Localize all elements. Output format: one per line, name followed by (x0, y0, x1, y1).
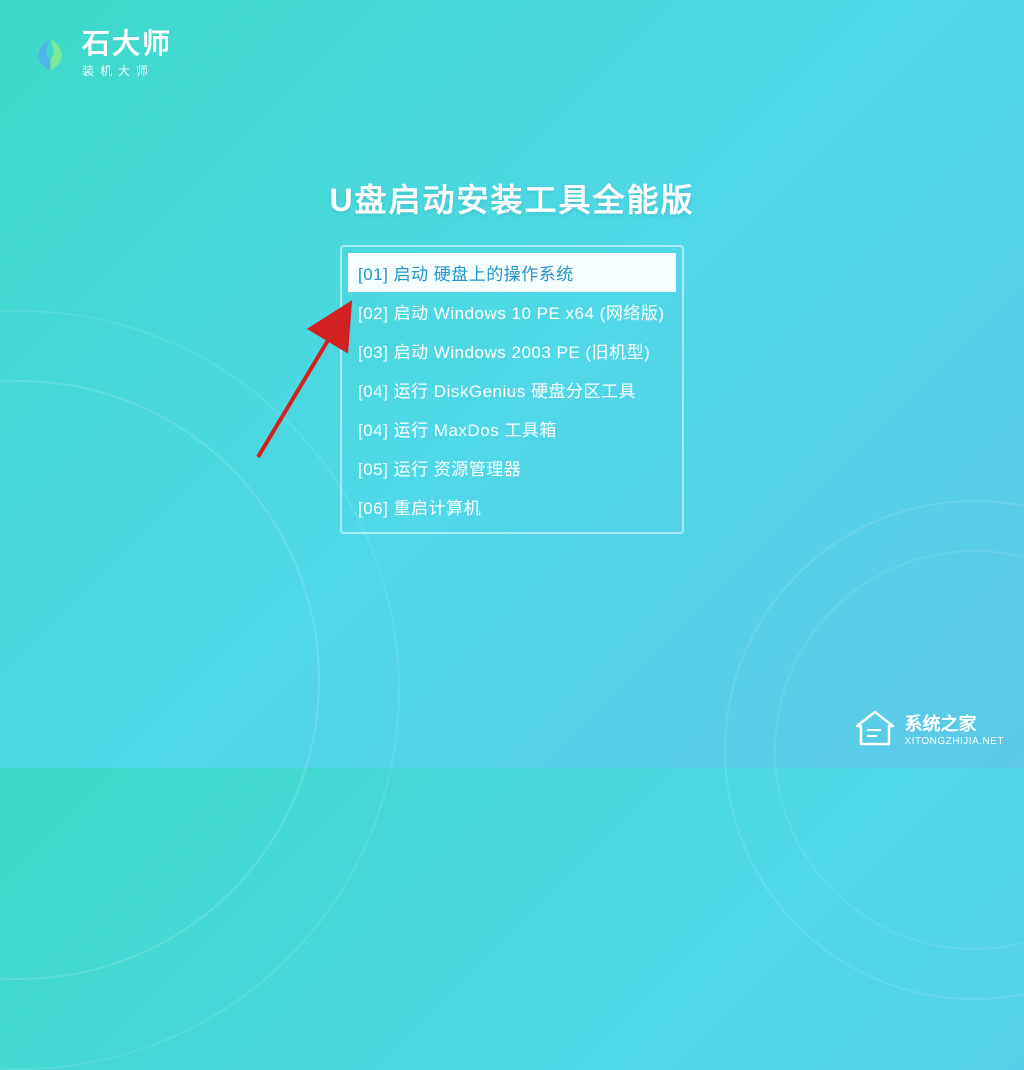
menu-item-run-diskgenius[interactable]: [04] 运行 DiskGenius 硬盘分区工具 (348, 370, 676, 409)
logo: 石大师 装机大师 (30, 30, 172, 79)
watermark-text: 系统之家 XITONGZHIJIA.NET (905, 710, 1005, 747)
menu-item-boot-win2003pe[interactable]: [03] 启动 Windows 2003 PE (旧机型) (348, 331, 676, 370)
boot-menu: [01] 启动 硬盘上的操作系统 [02] 启动 Windows 10 PE x… (340, 245, 684, 534)
logo-title: 石大师 (82, 30, 172, 58)
menu-item-run-maxdos[interactable]: [04] 运行 MaxDos 工具箱 (348, 409, 676, 448)
logo-text: 石大师 装机大师 (82, 30, 172, 79)
logo-icon (30, 35, 70, 75)
menu-item-run-explorer[interactable]: [05] 运行 资源管理器 (348, 448, 676, 487)
watermark-subtitle: XITONGZHIJIA.NET (905, 736, 1005, 747)
watermark-icon (853, 706, 897, 750)
watermark: 系统之家 XITONGZHIJIA.NET (853, 706, 1005, 750)
logo-subtitle: 装机大师 (82, 62, 172, 79)
menu-item-boot-win10pe[interactable]: [02] 启动 Windows 10 PE x64 (网络版) (348, 292, 676, 331)
watermark-title: 系统之家 (905, 710, 1005, 736)
page-title: U盘启动安装工具全能版 (329, 175, 694, 221)
menu-item-reboot[interactable]: [06] 重启计算机 (348, 487, 676, 526)
menu-item-boot-hdd[interactable]: [01] 启动 硬盘上的操作系统 (348, 253, 676, 292)
